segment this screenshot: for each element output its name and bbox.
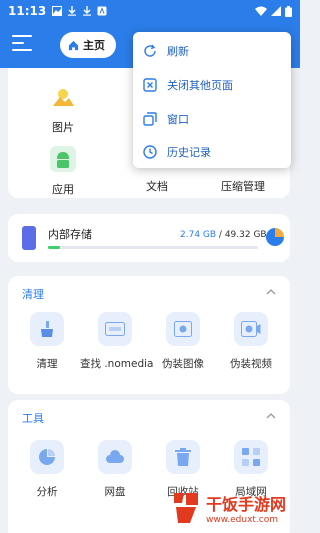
- menu-item-label: 刷新: [167, 45, 189, 58]
- nomedia-icon: [105, 322, 125, 336]
- tools-item-analysis[interactable]: 分析: [12, 440, 82, 499]
- chevron-up-icon[interactable]: [264, 285, 278, 299]
- clean-item-disguise-video[interactable]: 伪装视频: [216, 312, 286, 371]
- tab-home-label: 主页: [83, 39, 105, 52]
- signal-icon: [271, 6, 281, 16]
- app-notification-icon: [97, 6, 107, 16]
- category-label: 文档: [146, 180, 168, 193]
- status-bar: 11:13: [0, 0, 300, 22]
- category-images[interactable]: 图片: [28, 84, 98, 135]
- clean-section: 清理 清理 查找 .nomedia 伪装图像 伪装视频: [8, 276, 290, 394]
- status-time: 11:13: [8, 4, 47, 18]
- tools-item-cloud[interactable]: 网盘: [80, 440, 150, 499]
- disguise-video-icon: [241, 321, 261, 337]
- cloud-icon: [106, 450, 124, 463]
- menu-item-close-others[interactable]: 关闭其他页面: [133, 70, 291, 100]
- close-others-icon: [143, 78, 157, 92]
- battery-icon: [285, 5, 292, 17]
- trash-icon: [175, 448, 191, 466]
- clean-item-label: 查找 .nomedia: [80, 358, 154, 370]
- clean-item-label: 伪装图像: [162, 358, 204, 370]
- phone-icon: [22, 226, 36, 250]
- clean-item-clean[interactable]: 清理: [12, 312, 82, 371]
- history-icon: [143, 145, 157, 159]
- clean-item-label: 清理: [36, 358, 58, 370]
- menu-item-refresh[interactable]: 刷新: [133, 36, 291, 66]
- tools-item-label: 网盘: [104, 486, 126, 498]
- download-notification-icon: [68, 6, 77, 16]
- menu-icon[interactable]: [12, 35, 32, 53]
- broom-icon: [41, 321, 53, 337]
- image-icon: [53, 89, 74, 106]
- category-label: 应用: [52, 183, 74, 196]
- watermark-logo-icon: [174, 493, 198, 523]
- storage-pie-icon[interactable]: [266, 228, 284, 246]
- section-title: 清理: [22, 288, 44, 301]
- image-notification-icon: [52, 6, 63, 16]
- menu-item-label: 历史记录: [167, 146, 211, 159]
- watermark: 干饭手游网 www.eduxt.com: [170, 485, 300, 533]
- storage-total: 49.32 GB: [224, 230, 267, 240]
- storage-progress-bar: [48, 246, 258, 249]
- menu-item-history[interactable]: 历史记录: [133, 137, 291, 167]
- internal-storage-card[interactable]: 内部存储 2.74 GB / 49.32 GB: [8, 214, 290, 262]
- category-label: 压缩管理: [221, 180, 265, 193]
- android-icon: [50, 146, 76, 172]
- storage-title: 内部存储: [48, 228, 92, 241]
- home-icon: [68, 40, 79, 50]
- storage-progress-fill: [48, 246, 60, 249]
- tab-home[interactable]: 主页: [60, 32, 116, 58]
- storage-size: 2.74 GB / 49.32 GB: [180, 230, 267, 240]
- download-notification-icon: [83, 6, 92, 16]
- menu-item-windows[interactable]: 窗口: [133, 104, 291, 134]
- tools-item-label: 分析: [36, 486, 58, 498]
- notification-icons: [52, 6, 107, 16]
- windows-icon: [143, 112, 157, 126]
- lan-icon: [242, 448, 260, 466]
- storage-separator: /: [216, 230, 225, 240]
- section-title: 工具: [22, 412, 44, 425]
- popup-menu: 刷新 关闭其他页面 窗口 历史记录: [133, 32, 291, 168]
- refresh-icon: [144, 44, 156, 57]
- clean-item-disguise-image[interactable]: 伪装图像: [148, 312, 218, 371]
- chevron-up-icon[interactable]: [264, 409, 278, 423]
- menu-item-label: 关闭其他页面: [167, 79, 233, 92]
- watermark-url: www.eduxt.com: [206, 515, 279, 525]
- system-status: [255, 5, 292, 17]
- category-label: 图片: [52, 121, 74, 134]
- disguise-image-icon: [174, 321, 192, 337]
- clean-item-nomedia[interactable]: 查找 .nomedia: [80, 312, 154, 371]
- analysis-icon: [39, 449, 55, 465]
- watermark-title: 干饭手游网: [206, 495, 287, 514]
- wifi-icon: [255, 6, 267, 16]
- storage-used: 2.74 GB: [180, 230, 217, 240]
- clean-item-label: 伪装视频: [230, 358, 272, 370]
- category-apps[interactable]: 应用: [28, 146, 98, 197]
- menu-item-label: 窗口: [167, 113, 189, 126]
